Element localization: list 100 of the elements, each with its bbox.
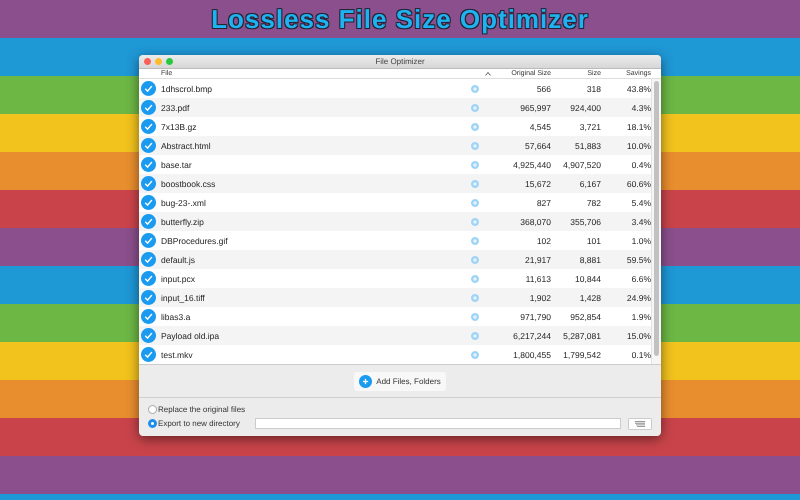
original-size-cell: 21,917 xyxy=(525,254,551,264)
checkbox[interactable] xyxy=(141,271,156,286)
radio-button[interactable] xyxy=(148,404,157,414)
add-files-button[interactable]: Add Files, Folders xyxy=(354,372,446,390)
savings-cell: 1.9% xyxy=(632,312,651,322)
close-icon[interactable] xyxy=(144,58,151,65)
original-size-cell: 4,545 xyxy=(530,122,551,132)
info-icon[interactable] xyxy=(471,332,479,340)
size-cell: 924,400 xyxy=(570,102,601,112)
savings-cell: 5.4% xyxy=(632,198,651,208)
plus-icon xyxy=(359,374,372,388)
list-icon xyxy=(635,420,645,426)
info-icon[interactable] xyxy=(471,84,479,92)
checkbox[interactable] xyxy=(141,176,156,191)
original-size-cell: 15,672 xyxy=(525,178,551,188)
size-cell: 782 xyxy=(586,198,601,208)
option-label[interactable]: Replace the original files xyxy=(158,404,246,414)
savings-cell: 59.5% xyxy=(626,254,651,264)
info-icon[interactable] xyxy=(471,180,479,188)
checkbox[interactable] xyxy=(141,214,156,229)
size-cell: 3,721 xyxy=(580,122,601,132)
checkbox[interactable] xyxy=(141,119,156,134)
file-name: butterfly.zip xyxy=(161,216,205,226)
checkbox[interactable] xyxy=(141,157,156,172)
directory-field[interactable] xyxy=(254,418,621,429)
file-name: input_16.tiff xyxy=(161,292,206,302)
info-icon[interactable] xyxy=(471,312,479,320)
original-size-cell: 57,664 xyxy=(525,140,551,150)
original-size-cell: 965,997 xyxy=(520,102,551,112)
info-icon[interactable] xyxy=(471,104,479,112)
file-name: 7x13B.gz xyxy=(161,122,198,132)
option-label[interactable]: Export to new directory xyxy=(158,419,240,428)
original-size-cell: 4,925,440 xyxy=(513,160,551,170)
info-icon[interactable] xyxy=(471,274,479,282)
file-name: libas3.a xyxy=(161,312,192,322)
file-name: 233.pdf xyxy=(161,102,190,112)
size-cell: 5,287,081 xyxy=(563,330,601,340)
savings-cell: 43.8% xyxy=(626,84,651,94)
file-name: base.tar xyxy=(161,160,193,170)
original-size-cell: 6,217,244 xyxy=(513,330,551,340)
savings-cell: 15.0% xyxy=(626,330,651,340)
savings-cell: 0.1% xyxy=(632,350,651,360)
savings-cell: 24.9% xyxy=(626,292,651,302)
checkbox[interactable] xyxy=(141,100,156,115)
savings-cell: 0.4% xyxy=(632,160,651,170)
original-size-cell: 102 xyxy=(536,236,551,246)
file-name: Abstract.html xyxy=(161,140,212,150)
info-icon[interactable] xyxy=(471,122,479,130)
file-name: bug-23-.xml xyxy=(161,198,207,208)
file-name: boostbook.css xyxy=(161,178,216,188)
size-cell: 101 xyxy=(586,236,601,246)
info-icon[interactable] xyxy=(471,236,479,244)
file-name: 1dhscrol.bmp xyxy=(161,84,214,94)
file-name: test.mkv xyxy=(161,350,194,360)
browse-button[interactable] xyxy=(628,418,652,430)
savings-cell: 60.6% xyxy=(626,178,651,188)
checkbox[interactable] xyxy=(141,81,156,96)
size-cell: 318 xyxy=(586,84,601,94)
info-icon[interactable] xyxy=(471,350,479,358)
size-cell: 10,844 xyxy=(575,274,601,284)
checkbox[interactable] xyxy=(141,252,156,267)
size-cell: 952,854 xyxy=(570,312,601,322)
size-cell: 1,428 xyxy=(580,292,601,302)
checkbox[interactable] xyxy=(141,290,156,305)
savings-cell: 3.4% xyxy=(632,216,651,226)
file-name: input.pcx xyxy=(161,274,196,284)
info-icon[interactable] xyxy=(471,142,479,150)
radio-button[interactable] xyxy=(148,419,157,428)
original-size-cell: 368,070 xyxy=(520,216,551,226)
checkbox[interactable] xyxy=(141,233,156,248)
savings-cell: 10.0% xyxy=(626,140,651,150)
savings-cell: 4.3% xyxy=(632,102,651,112)
scrollbar[interactable] xyxy=(651,79,661,364)
file-name: Payload old.ipa xyxy=(161,330,220,340)
checkbox[interactable] xyxy=(141,328,156,343)
checkbox[interactable] xyxy=(141,195,156,210)
size-cell: 1,799,542 xyxy=(563,350,601,360)
zoom-icon[interactable] xyxy=(166,58,173,65)
savings-cell: 1.0% xyxy=(632,236,651,246)
window-title: File Optimizer xyxy=(375,57,425,66)
size-cell: 51,883 xyxy=(575,140,601,150)
info-icon[interactable] xyxy=(471,294,479,302)
checkbox[interactable] xyxy=(141,347,156,362)
info-icon[interactable] xyxy=(471,218,479,226)
original-size-cell: 1,800,455 xyxy=(513,350,551,360)
info-icon[interactable] xyxy=(471,198,479,206)
file-name: DBProcedures.gif xyxy=(161,236,229,246)
savings-cell: 18.1% xyxy=(626,122,651,132)
minimize-icon[interactable] xyxy=(155,58,162,65)
checkbox[interactable] xyxy=(141,138,156,153)
size-cell: 8,881 xyxy=(580,254,601,264)
checkbox[interactable] xyxy=(141,309,156,324)
original-size-cell: 827 xyxy=(536,198,551,208)
info-icon[interactable] xyxy=(471,256,479,264)
size-cell: 6,167 xyxy=(580,178,601,188)
savings-cell: 6.6% xyxy=(632,274,651,284)
original-size-cell: 971,790 xyxy=(520,312,551,322)
banner-title: Lossless File Size Optimizer xyxy=(211,4,589,34)
info-icon[interactable] xyxy=(471,160,479,168)
sort-caret-icon[interactable] xyxy=(485,72,491,76)
